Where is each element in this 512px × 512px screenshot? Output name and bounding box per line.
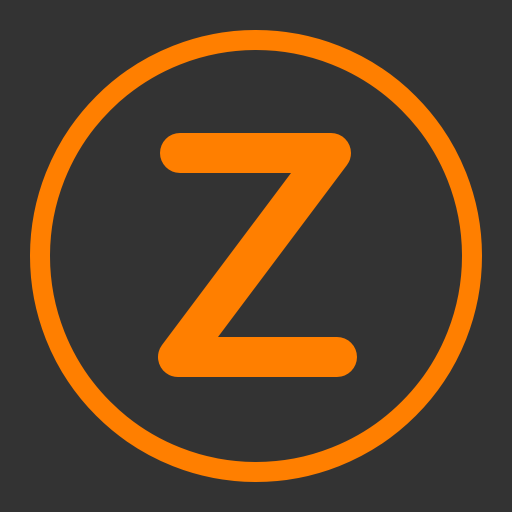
app-logo: Z bbox=[0, 0, 512, 512]
z-circle-logo-icon: Z bbox=[0, 0, 512, 512]
